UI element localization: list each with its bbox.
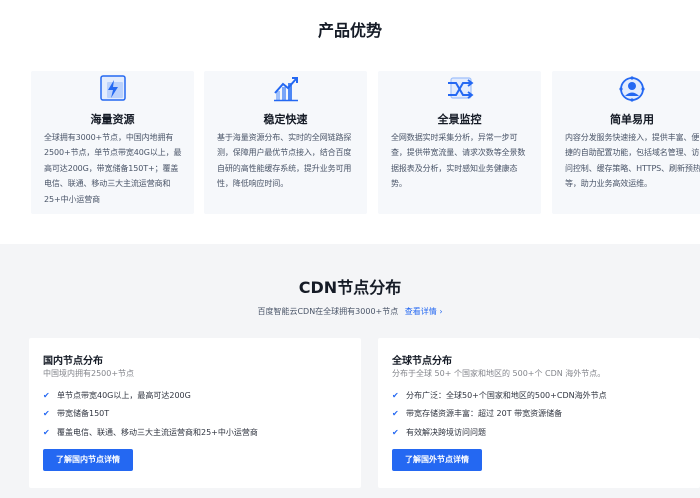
- subtitle-text: 百度智能云CDN在全球拥有3000+节点: [257, 307, 399, 316]
- card-description: 基于海量资源分布、实时的全网链路探测，保障用户最优节点接入，结合百度自研的高性能…: [217, 133, 352, 189]
- list-item: ✔ 带宽储备150T: [43, 405, 353, 424]
- list-item-text: 带宽储备150T: [57, 409, 110, 419]
- check-icon: ✔: [43, 427, 50, 437]
- list-item-text: 单节点带宽40G以上，最高可达200G: [57, 390, 191, 400]
- cdn-distribution-section: CDN节点分布 百度智能云CDN在全球拥有3000+节点 查看详情 › 国内节点…: [0, 244, 700, 498]
- list-item-text: 分布广泛：全球50+个国家和地区的500+CDN海外节点: [406, 390, 607, 400]
- card-description: 内容分发服务快速接入，提供丰富、便捷的自助配置功能，包括域名管理、访问控制、缓存…: [565, 133, 700, 189]
- list-item-text: 覆盖电信、联通、移动三大主流运营商和25+中小运营商: [57, 427, 258, 437]
- monitor-arrows-icon: [442, 71, 478, 107]
- chevron-right-icon: ›: [439, 307, 443, 316]
- check-icon: ✔: [43, 390, 50, 400]
- card-title: 简单易用: [610, 113, 654, 126]
- section-title: 产品优势: [317, 21, 382, 40]
- domestic-nodes-panel: 国内节点分布 中国境内拥有2500+节点 ✔ 单节点带宽40G以上，最高可达200…: [29, 338, 361, 488]
- panel-title: 全球节点分布: [392, 356, 452, 367]
- card-title: 稳定快速: [263, 113, 308, 126]
- check-icon: ✔: [43, 409, 50, 419]
- product-advantages-section: 产品优势 海量资源 全球拥有3000+节点，中国内地拥有2500+节点，单节点带…: [0, 0, 700, 240]
- feature-list: ✔ 单节点带宽40G以上，最高可达200G ✔ 带宽储备150T ✔ 覆盖电信、联通、…: [43, 386, 353, 442]
- list-item: ✔ 有效解决跨境访问问题: [392, 423, 692, 442]
- advantage-card-massive-resources: 海量资源 全球拥有3000+节点，中国内地拥有2500+节点，单节点带宽40G以…: [31, 71, 194, 214]
- overseas-nodes-panel: 全球节点分布 分布于全球 50+ 个国家和地区的 500+个 CDN 海外节点。…: [378, 338, 700, 488]
- panel-title: 国内节点分布: [43, 356, 103, 367]
- check-icon: ✔: [392, 427, 399, 437]
- panel-subtitle: 中国境内拥有2500+节点: [43, 369, 135, 378]
- list-item: ✔ 带宽存储资源丰富：超过 20T 带宽资源储备: [392, 405, 692, 424]
- list-item-text: 带宽存储资源丰富：超过 20T 带宽资源储备: [406, 409, 563, 419]
- check-icon: ✔: [392, 390, 399, 400]
- advantage-card-easy-to-use: 简单易用 内容分发服务快速接入，提供丰富、便捷的自助配置功能，包括域名管理、访问…: [552, 71, 700, 214]
- card-description: 全球拥有3000+节点，中国内地拥有2500+节点，单节点带宽40G以上，最高可…: [44, 133, 182, 204]
- advantage-card-full-monitoring: 全景监控 全网数据实时采集分析，异常一步可查，提供带宽流量、请求次数等全景数据报…: [378, 71, 541, 214]
- list-item: ✔ 单节点带宽40G以上，最高可达200G: [43, 386, 353, 405]
- list-item-text: 有效解决跨境访问问题: [406, 427, 486, 437]
- view-details-label: 查看详情: [404, 307, 437, 316]
- list-item: ✔ 分布广泛：全球50+个国家和地区的500+CDN海外节点: [392, 386, 692, 405]
- card-description: 全网数据实时采集分析，异常一步可查，提供带宽流量、请求次数等全景数据报表及分析，…: [391, 133, 526, 189]
- feature-list: ✔ 分布广泛：全球50+个国家和地区的500+CDN海外节点 ✔ 带宽存储资源丰富：…: [392, 386, 692, 442]
- user-gear-icon: [614, 71, 650, 107]
- overseas-details-button[interactable]: 了解国外节点详情: [392, 449, 482, 471]
- advantage-card-stable-fast: 稳定快速 基于海量资源分布、实时的全网链路探测，保障用户最优节点接入，结合百度自…: [204, 71, 367, 214]
- card-title: 全景监控: [437, 113, 482, 126]
- lightning-screen-icon: [95, 71, 131, 107]
- view-details-link[interactable]: 查看详情 ›: [405, 307, 443, 316]
- chart-growth-icon: [268, 71, 304, 107]
- list-item: ✔ 覆盖电信、联通、移动三大主流运营商和25+中小运营商: [43, 423, 353, 442]
- check-icon: ✔: [392, 409, 399, 419]
- panel-subtitle: 分布于全球 50+ 个国家和地区的 500+个 CDN 海外节点。: [392, 369, 606, 378]
- section-title: CDN节点分布: [298, 278, 402, 297]
- card-title: 海量资源: [90, 113, 135, 126]
- domestic-details-button[interactable]: 了解国内节点详情: [43, 449, 133, 471]
- section-subtitle: 百度智能云CDN在全球拥有3000+节点 查看详情 ›: [0, 306, 700, 317]
